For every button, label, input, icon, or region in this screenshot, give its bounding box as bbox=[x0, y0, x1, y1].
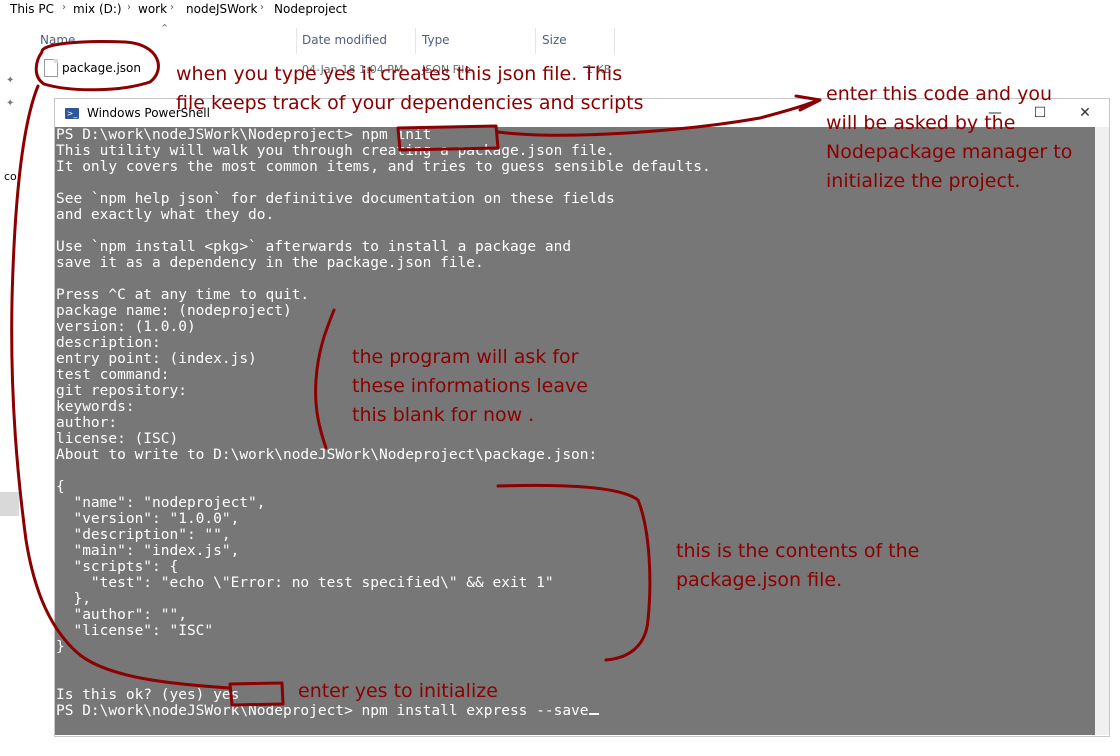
column-name[interactable]: Name bbox=[40, 33, 75, 47]
annotation-line: package.json file. bbox=[676, 569, 843, 591]
file-icon bbox=[44, 59, 58, 77]
console-line: "version": "1.0.0", bbox=[56, 511, 240, 527]
console-line: "author": "", bbox=[56, 607, 187, 623]
console-line: "description": "", bbox=[56, 527, 231, 543]
sort-up-icon: ⌃ bbox=[160, 22, 170, 35]
console-line: license: (ISC) bbox=[56, 431, 179, 447]
annotation-line: Nodepackage manager to bbox=[826, 141, 1073, 163]
file-name: package.json bbox=[62, 61, 142, 75]
column-divider bbox=[415, 28, 416, 54]
chevron-right-icon: › bbox=[260, 2, 264, 13]
annotation-yes: enter yes to initialize bbox=[298, 680, 498, 702]
console-line: and exactly what they do. bbox=[56, 207, 275, 223]
column-type[interactable]: Type bbox=[422, 33, 450, 47]
console-line: }, bbox=[56, 591, 91, 607]
annotation-line: enter this code and you bbox=[826, 83, 1052, 105]
chevron-right-icon: › bbox=[62, 2, 66, 13]
annotation-npm-init: enter this code and you will be asked by… bbox=[826, 80, 1072, 196]
chevron-right-icon: › bbox=[127, 2, 131, 13]
breadcrumb-drive[interactable]: mix (D:) bbox=[73, 2, 122, 16]
console-line: See `npm help json` for definitive docum… bbox=[56, 191, 615, 207]
sidebar-item-label[interactable]: co bbox=[4, 170, 17, 183]
powershell-icon: >_ bbox=[65, 108, 79, 119]
console-area[interactable]: PS D:\work\nodeJSWork\Nodeproject> npm i… bbox=[55, 127, 1095, 735]
console-line: version: (1.0.0) bbox=[56, 319, 196, 335]
console-line: It only covers the most common items, an… bbox=[56, 159, 711, 175]
annotation-line: will be asked by the bbox=[826, 112, 1016, 134]
breadcrumb-nodejswork[interactable]: nodeJSWork bbox=[186, 2, 258, 16]
annotation-line: this is the contents of the bbox=[676, 540, 920, 562]
console-line: } bbox=[56, 639, 65, 655]
annotation-line: initialize the project. bbox=[826, 170, 1021, 192]
console-line: "name": "nodeproject", bbox=[56, 495, 266, 511]
breadcrumb-nodeproject[interactable]: Nodeproject bbox=[274, 2, 347, 16]
annotation-line: these informations leave bbox=[352, 375, 588, 397]
console-line: Press ^C at any time to quit. bbox=[56, 287, 310, 303]
pin-icon[interactable]: ✦ bbox=[6, 98, 14, 109]
annotation-line: this blank for now . bbox=[352, 404, 535, 426]
annotation-line: when you type yes it creates this json f… bbox=[176, 63, 623, 85]
annotation-contents: this is the contents of the package.json… bbox=[676, 537, 919, 595]
column-divider bbox=[296, 28, 297, 54]
console-line: About to write to D:\work\nodeJSWork\Nod… bbox=[56, 447, 598, 463]
breadcrumb: This PC › mix (D:) › work › nodeJSWork ›… bbox=[0, 0, 1120, 22]
breadcrumb-this-pc[interactable]: This PC bbox=[10, 2, 54, 16]
annotation-fields: the program will ask for these informati… bbox=[352, 343, 588, 430]
annotation-line: file keeps track of your dependencies an… bbox=[176, 92, 644, 114]
console-line: "license": "ISC" bbox=[56, 623, 214, 639]
text-cursor bbox=[588, 713, 599, 715]
chevron-right-icon: › bbox=[170, 2, 174, 13]
column-divider bbox=[614, 28, 615, 54]
console-line: { bbox=[56, 479, 65, 495]
console-line: Use `npm install <pkg>` afterwards to in… bbox=[56, 239, 572, 255]
console-scrollbar[interactable] bbox=[1095, 127, 1109, 735]
console-line: PS D:\work\nodeJSWork\Nodeproject> npm i… bbox=[56, 127, 432, 143]
annotation-line: the program will ask for bbox=[352, 346, 579, 368]
column-size[interactable]: Size bbox=[542, 33, 567, 47]
console-line: package name: (nodeproject) bbox=[56, 303, 292, 319]
console-line: "test": "echo \"Error: no test specified… bbox=[56, 575, 554, 591]
console-line: "main": "index.js", bbox=[56, 543, 240, 559]
console-line: "scripts": { bbox=[56, 559, 179, 575]
column-date[interactable]: Date modified bbox=[302, 33, 387, 47]
pin-icon[interactable]: ✦ bbox=[6, 75, 14, 86]
console-line: This utility will walk you through creat… bbox=[56, 143, 615, 159]
breadcrumb-work[interactable]: work bbox=[138, 2, 167, 16]
annotation-json-file: when you type yes it creates this json f… bbox=[176, 60, 644, 118]
sidebar-scrollbar[interactable] bbox=[0, 492, 19, 516]
console-line: save it as a dependency in the package.j… bbox=[56, 255, 484, 271]
column-divider bbox=[535, 28, 536, 54]
